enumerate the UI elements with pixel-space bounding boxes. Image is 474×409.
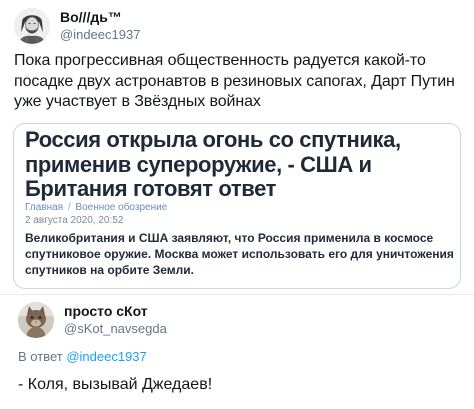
author-name-block: Во///дь™ @indeec1937 [60, 9, 140, 43]
breadcrumb-item-home: Главная [25, 202, 64, 213]
article-title: Россия открыла огонь со спутника, примен… [25, 127, 401, 201]
author-avatar[interactable] [14, 8, 50, 44]
breadcrumb-separator: / [67, 202, 71, 213]
reply-author-display-name[interactable]: просто сКот [64, 303, 167, 320]
article-date: 2 августа 2020, 20:52 [25, 215, 124, 226]
tweet-divider [0, 294, 474, 295]
article-lead: Великобритания и США заявляют, что Росси… [25, 231, 454, 277]
author-handle[interactable]: @indeec1937 [60, 26, 140, 43]
reply-author-handle[interactable]: @sKot_navsegda [64, 320, 167, 337]
reply-header: просто сКот @sKot_navsegda [18, 300, 167, 340]
reply-author-name-block: просто сКот @sKot_navsegda [64, 303, 167, 337]
breadcrumb-item-military-review: Военное обозрение [75, 202, 168, 213]
reply-author-avatar[interactable] [18, 302, 54, 338]
tweet-thread: Во///дь™ @indeec1937 Пока прогрессивная … [0, 0, 474, 409]
reply-text: - Коля, вызывай Джедаев! [18, 376, 213, 393]
tweet-header: Во///дь™ @indeec1937 [14, 6, 140, 46]
reply-context-mention-link[interactable]: @indeec1937 [66, 349, 146, 364]
engraved-portrait-avatar-icon [14, 8, 50, 44]
tweet-text: Пока прогрессивная общественность радует… [14, 52, 455, 110]
reply-context-prefix: В ответ [18, 349, 63, 364]
attached-article-image[interactable]: Россия открыла огонь со спутника, примен… [13, 123, 461, 289]
article-breadcrumb: Главная / Военное обозрение [25, 202, 167, 214]
author-display-name[interactable]: Во///дь™ [60, 9, 140, 26]
reply-context: В ответ @indeec1937 [18, 349, 147, 365]
cat-photo-avatar-icon [18, 302, 54, 338]
